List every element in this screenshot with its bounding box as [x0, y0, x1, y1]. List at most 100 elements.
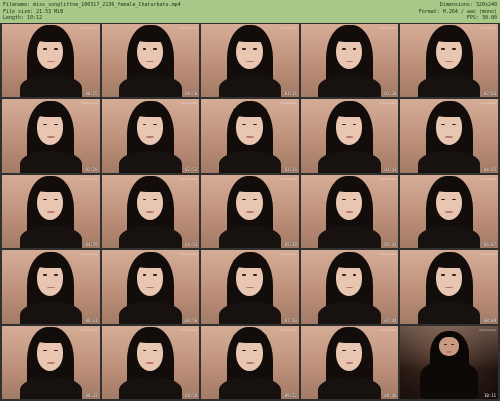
video-frame-thumbnail[interactable]: Chaturbate 10:11: [400, 325, 498, 399]
frame-image-eye: [153, 48, 158, 50]
frame-timestamp: 08:09: [483, 317, 496, 323]
watermark-text: Chaturbate: [180, 176, 198, 181]
frame-image-body: [318, 150, 381, 173]
watermark-text: Chaturbate: [80, 176, 98, 181]
video-frame-thumbnail[interactable]: Chaturbate 01:14: [201, 24, 299, 98]
frame-image-body: [218, 376, 282, 399]
frame-image-mouth: [246, 136, 254, 138]
frame-image-body: [417, 150, 481, 173]
frame-image-mouth: [146, 211, 155, 213]
frame-image-mouth: [46, 362, 55, 364]
video-frame-thumbnail[interactable]: Chaturbate 05:18: [201, 174, 299, 249]
watermark-text: Chaturbate: [479, 26, 496, 30]
frame-timestamp: 07:20: [284, 317, 297, 323]
video-frame-thumbnail[interactable]: Chaturbate 03:41: [300, 99, 399, 173]
frame-image-eye: [441, 274, 446, 276]
frame-image-bangs: [432, 180, 466, 193]
frame-image-body: [218, 226, 282, 249]
video-frame-thumbnail[interactable]: Chaturbate 05:43: [300, 174, 399, 249]
frame-timestamp: 01:14: [284, 91, 297, 97]
frame-image-eye: [252, 123, 257, 126]
video-frame-thumbnail[interactable]: Chaturbate 03:16: [201, 99, 299, 173]
frame-image-bangs: [133, 180, 167, 193]
video-frame-thumbnail[interactable]: Chaturbate 04:29: [2, 174, 100, 249]
frame-image-body: [218, 75, 282, 98]
video-frame-thumbnail[interactable]: Chaturbate 08:58: [101, 325, 200, 399]
video-frame-thumbnail[interactable]: Chaturbate 06:31: [2, 250, 100, 324]
frame-image-mouth: [246, 362, 254, 364]
frame-image-eye: [53, 123, 58, 126]
frame-timestamp: 02:28: [85, 166, 98, 172]
frame-image-mouth: [46, 136, 55, 138]
frame-image-eye: [252, 274, 257, 276]
video-frame-thumbnail[interactable]: Chaturbate 02:28: [2, 99, 100, 173]
video-frame-thumbnail[interactable]: Chaturbate 04:05: [400, 99, 498, 173]
watermark-text: Chaturbate: [479, 327, 496, 332]
video-frame-thumbnail[interactable]: Chaturbate 08:33: [2, 325, 100, 399]
frame-timestamp: 06:07: [483, 242, 496, 248]
frame-image-body: [19, 376, 83, 399]
frame-image-body: [318, 226, 381, 249]
video-frame-thumbnail[interactable]: Chaturbate 09:22: [201, 325, 299, 399]
watermark-text: Chaturbate: [80, 101, 98, 106]
frame-timestamp: 05:43: [384, 242, 397, 248]
frame-image-body: [417, 75, 481, 98]
frame-timestamp: 01:38: [384, 91, 397, 97]
frame-image-eye: [153, 274, 158, 276]
video-frame-thumbnail[interactable]: Chaturbate 01:38: [300, 24, 399, 98]
video-frame-thumbnail[interactable]: Chaturbate 09:46: [300, 325, 399, 399]
frame-timestamp: 06:56: [185, 317, 198, 323]
frame-image-bangs: [333, 105, 367, 117]
frame-image-eye: [242, 48, 247, 50]
frame-image-eye: [252, 48, 257, 50]
frame-timestamp: 08:33: [85, 393, 98, 398]
watermark-text: Chaturbate: [279, 101, 297, 106]
watermark-text: Chaturbate: [279, 252, 297, 257]
frame-image-eye: [341, 123, 346, 126]
frame-image-bangs: [34, 29, 68, 42]
frame-image-eye: [441, 48, 446, 50]
frame-image-bangs: [133, 105, 167, 117]
contact-sheet: Filename: miss_songlittne_100317_2136_fe…: [0, 0, 500, 401]
watermark-text: Chaturbate: [379, 327, 397, 332]
video-frame-thumbnail[interactable]: Chaturbate 04:54: [101, 174, 200, 249]
frame-image-bangs: [233, 256, 267, 268]
video-frame-thumbnail[interactable]: Chaturbate 07:44: [300, 250, 399, 324]
frame-timestamp: 10:11: [483, 393, 496, 398]
video-frame-thumbnail[interactable]: Chaturbate 08:09: [400, 250, 498, 324]
frame-image-eye: [341, 274, 346, 276]
frame-image-bangs: [34, 256, 68, 268]
frame-timestamp: 02:03: [483, 91, 496, 97]
length-text: Length: 10:12: [3, 15, 43, 21]
frame-image-bangs: [432, 105, 466, 117]
video-frame-thumbnail[interactable]: Chaturbate 00:50: [101, 24, 200, 98]
video-frame-thumbnail[interactable]: Chaturbate 02:52: [101, 99, 200, 173]
video-frame-thumbnail[interactable]: Chaturbate 00:25: [2, 24, 100, 98]
video-frame-thumbnail[interactable]: Chaturbate 07:20: [201, 250, 299, 324]
frame-image-mouth: [246, 60, 254, 63]
frame-timestamp: 07:44: [384, 317, 397, 323]
watermark-text: Chaturbate: [180, 101, 198, 106]
frame-image-bangs: [432, 256, 466, 268]
video-frame-thumbnail[interactable]: Chaturbate 02:03: [400, 24, 498, 98]
frame-timestamp: 00:50: [185, 91, 198, 97]
frame-image-eye: [452, 123, 456, 126]
thumbnail-grid: Chaturbate 00:25 Chaturbate 00:50 Chaturbate…: [2, 24, 498, 399]
frame-image-body: [119, 75, 182, 98]
watermark-text: Chaturbate: [479, 176, 496, 181]
file-info-header: Filename: miss_songlittne_100317_2136_fe…: [0, 0, 500, 23]
frame-image-body: [417, 226, 481, 249]
frame-image-bangs: [133, 331, 167, 344]
frame-timestamp: 00:25: [85, 91, 98, 97]
video-frame-thumbnail[interactable]: Chaturbate 06:56: [101, 250, 200, 324]
frame-image-mouth: [46, 211, 55, 213]
watermark-text: Chaturbate: [180, 252, 198, 257]
filename-text: Filename: miss_songlittne_100317_2136_fe…: [3, 2, 181, 8]
watermark-text: Chaturbate: [80, 327, 98, 332]
frame-image-eye: [452, 274, 456, 276]
frame-image-eye: [53, 274, 58, 276]
frame-image-body: [318, 301, 381, 324]
frame-image-body: [19, 226, 83, 249]
frame-timestamp: 08:58: [185, 393, 198, 398]
video-frame-thumbnail[interactable]: Chaturbate 06:07: [400, 174, 498, 249]
